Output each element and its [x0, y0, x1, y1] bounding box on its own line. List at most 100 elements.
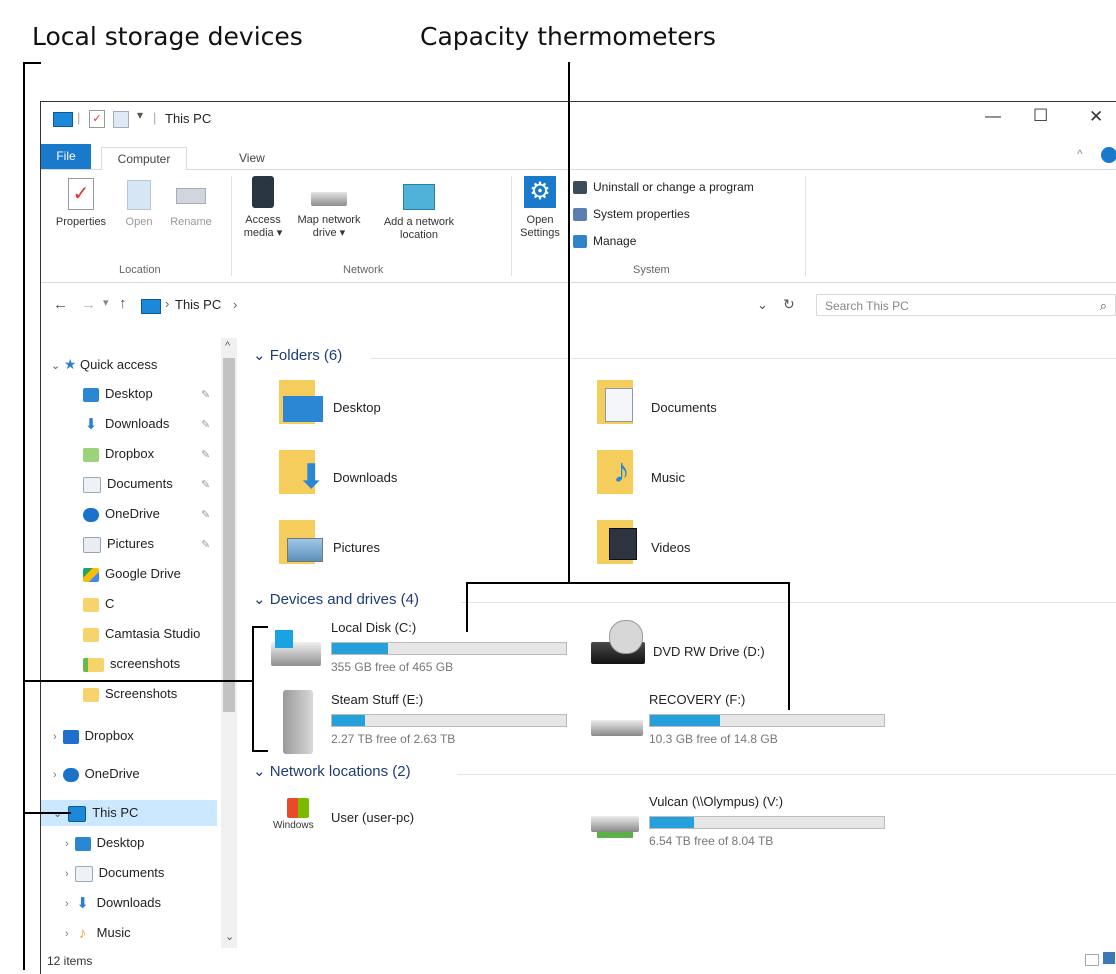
manage-button[interactable]: Manage [573, 234, 636, 249]
nav-item-screenshots[interactable]: Screenshots [83, 682, 177, 706]
pin-icon: ✎ [201, 539, 211, 551]
map-network-drive-button[interactable]: Map network drive ▾ [289, 174, 369, 240]
nav-item-label: Documents [107, 476, 173, 491]
uninstall-program-button[interactable]: Uninstall or change a program [573, 180, 754, 195]
tab-computer[interactable]: Computer [101, 147, 187, 171]
search-input[interactable]: Search This PC ⌕ [816, 294, 1116, 316]
folder-label: Videos [651, 540, 691, 555]
qat-dropdown-icon[interactable]: ▾ [137, 108, 143, 122]
up-arrow-icon[interactable]: ↑ [119, 295, 127, 312]
nav-onedrive[interactable]: › OneDrive [53, 762, 140, 786]
section-network[interactable]: ⌄ Network locations (2) [253, 762, 411, 780]
windows-flag-icon [287, 798, 309, 818]
nav-item-downloads[interactable]: ⬇ Downloads [83, 412, 170, 436]
nav-item-camtasia[interactable]: Camtasia Studio [83, 622, 200, 646]
folder-desktop[interactable]: Desktop [279, 380, 559, 436]
folder-music[interactable]: ♪ Music [597, 450, 877, 506]
nav-pc-music[interactable]: › ♪ Music [65, 921, 131, 945]
expand-chevron-icon: › [65, 868, 69, 880]
address-dropdown-icon[interactable]: ⌄ [757, 297, 768, 313]
drive-d[interactable]: DVD RW Drive (D:) [587, 618, 907, 682]
leader-line [252, 626, 268, 628]
system-properties-label: System properties [593, 207, 690, 221]
folder-sync-icon [83, 657, 104, 672]
tab-view[interactable]: View [227, 147, 277, 169]
maximize-button[interactable]: ☐ [1033, 106, 1048, 126]
address-row: ← → ▾ ↑ › This PC › ⌄ ↻ Search This PC ⌕ [41, 288, 1116, 324]
folder-label: Desktop [333, 400, 381, 415]
nav-scrollbar-thumb[interactable] [223, 358, 235, 712]
new-folder-qat-icon[interactable] [113, 111, 129, 128]
nav-pc-downloads[interactable]: › ⬇ Downloads [65, 891, 161, 915]
section-folders[interactable]: ⌄ Folders (6) [253, 346, 342, 364]
divider [457, 774, 1116, 775]
address-bar[interactable]: This PC › ⌄ ↻ [175, 294, 805, 316]
nav-item-c[interactable]: C [83, 592, 114, 616]
leader-line [568, 62, 570, 102]
scroll-up-icon[interactable]: ^ [225, 340, 230, 352]
window-title: This PC [165, 111, 212, 126]
large-icons-view-icon[interactable] [1103, 952, 1115, 964]
add-network-location-button[interactable]: Add a network location [373, 174, 465, 242]
leader-line [466, 582, 788, 584]
nav-item-desktop[interactable]: Desktop [83, 382, 153, 406]
google-drive-icon [83, 567, 99, 582]
system-properties-button[interactable]: System properties [573, 207, 690, 222]
leader-line [23, 62, 25, 970]
open-settings-button[interactable]: ⚙ Open Settings [515, 174, 565, 240]
properties-button[interactable]: ✓ Properties [51, 174, 111, 229]
collapse-ribbon-icon[interactable]: ^ [1077, 147, 1083, 161]
refresh-icon[interactable]: ↻ [783, 296, 795, 313]
folder-icon [83, 687, 99, 702]
nav-item-documents[interactable]: Documents [83, 472, 173, 496]
nav-item-screenshots-lower[interactable]: screenshots [83, 652, 180, 676]
nav-pc-desktop[interactable]: › Desktop [65, 831, 144, 855]
details-view-icon[interactable] [1085, 954, 1099, 966]
expand-chevron-icon: › [65, 838, 69, 850]
network-vulcan[interactable]: Vulcan (\\Olympus) (V:) 6.54 TB free of … [587, 792, 927, 852]
open-button[interactable]: Open [119, 174, 159, 229]
nav-item-dropbox[interactable]: Dropbox [83, 442, 154, 466]
nav-item-onedrive[interactable]: OneDrive [83, 502, 160, 526]
network-location-name: User (user-pc) [331, 810, 415, 825]
tab-file[interactable]: File [41, 144, 91, 169]
disc-icon [609, 620, 643, 654]
nav-quick-access[interactable]: ⌄ ★ Quick access [51, 352, 157, 376]
minimize-button[interactable]: — [985, 108, 1001, 126]
scroll-down-icon[interactable]: ⌄ [225, 930, 234, 943]
search-icon: ⌕ [1099, 298, 1107, 313]
drive-e[interactable]: Steam Stuff (E:) 2.27 TB free of 2.63 TB [269, 690, 589, 760]
add-location-label-2: location [400, 229, 438, 241]
back-arrow-icon[interactable]: ← [53, 296, 68, 313]
close-button[interactable]: ✕ [1089, 107, 1103, 127]
folder-label: Downloads [333, 470, 398, 485]
drive-name: Vulcan (\\Olympus) (V:) [649, 794, 784, 809]
folder-documents[interactable]: Documents [597, 380, 877, 436]
access-media-label-2: media ▾ [243, 227, 283, 239]
address-path[interactable]: This PC [175, 297, 221, 312]
leader-line [466, 582, 468, 632]
drive-f[interactable]: RECOVERY (F:) 10.3 GB free of 14.8 GB [587, 690, 907, 760]
drive-name: Steam Stuff (E:) [331, 692, 424, 707]
properties-qat-icon[interactable]: ✓ [89, 110, 105, 128]
network-user-pc[interactable]: Windows User (user-pc) [269, 792, 589, 852]
nav-pc-documents[interactable]: › Documents [65, 861, 164, 885]
nav-item-pictures[interactable]: Pictures [83, 532, 154, 556]
section-devices[interactable]: ⌄ Devices and drives (4) [253, 590, 419, 608]
help-icon[interactable] [1101, 147, 1116, 163]
folder-pictures[interactable]: Pictures [279, 520, 559, 576]
drive-icon [591, 720, 643, 736]
folder-downloads[interactable]: ⬇ Downloads [279, 450, 559, 506]
access-media-button[interactable]: Access media ▾ [239, 174, 287, 240]
rename-button[interactable]: Rename [167, 174, 215, 229]
downloads-folder-icon: ⬇ [279, 450, 326, 494]
nav-item-google-drive[interactable]: Google Drive [83, 562, 181, 586]
nav-item-label: Downloads [96, 895, 161, 910]
recent-locations-icon[interactable]: ▾ [103, 296, 109, 309]
external-drive-icon [283, 690, 313, 754]
forward-arrow-icon[interactable]: → [81, 296, 96, 313]
nav-dropbox[interactable]: › Dropbox [53, 724, 134, 748]
folder-videos[interactable]: Videos [597, 520, 877, 576]
drive-c[interactable]: Local Disk (C:) 355 GB free of 465 GB [269, 618, 589, 682]
pictures-icon [83, 536, 101, 553]
